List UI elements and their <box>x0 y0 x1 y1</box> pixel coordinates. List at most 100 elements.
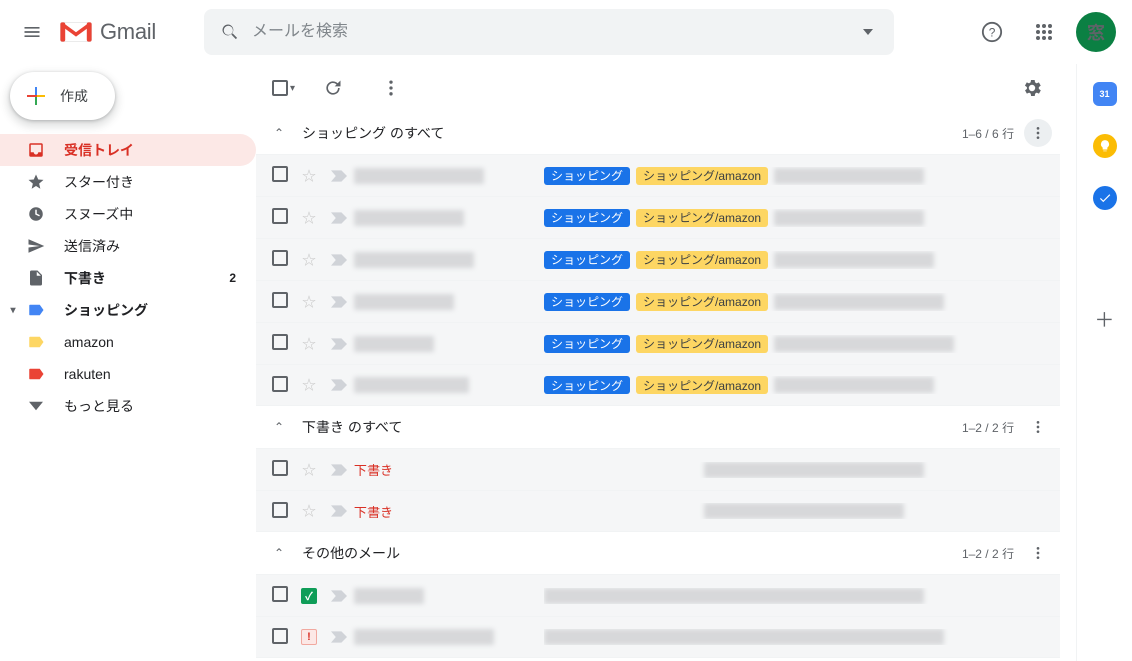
refresh-button[interactable] <box>313 68 353 108</box>
caret-down-icon <box>863 27 873 37</box>
search-input[interactable] <box>250 22 848 42</box>
row-checkbox[interactable] <box>272 628 288 644</box>
label-chip[interactable]: ショッピング/amazon <box>636 167 768 185</box>
importance-marker[interactable] <box>324 253 354 267</box>
label-chip[interactable]: ショッピング/amazon <box>636 209 768 227</box>
importance-marker[interactable] <box>324 295 354 309</box>
star-button[interactable]: ☆ <box>294 292 324 312</box>
brand-text: Gmail <box>100 19 156 45</box>
importance-marker[interactable] <box>324 211 354 225</box>
star-button[interactable]: ☆ <box>294 208 324 228</box>
mail-row[interactable]: ! <box>256 616 1060 658</box>
row-checkbox[interactable] <box>272 586 288 602</box>
label-chip[interactable]: ショッピング <box>544 376 630 394</box>
caret-down-icon[interactable]: ▾ <box>290 83 295 94</box>
star-button[interactable]: ✓ <box>294 588 324 604</box>
label-chip[interactable]: ショッピング <box>544 209 630 227</box>
collapse-button[interactable]: ⌃ <box>274 126 294 140</box>
importance-marker[interactable] <box>324 463 354 477</box>
sidebar-item-inbox[interactable]: 受信トレイ <box>0 134 256 166</box>
select-all-checkbox[interactable]: ▾ <box>272 80 295 96</box>
row-checkbox[interactable] <box>272 334 288 350</box>
mail-row[interactable]: ☆ ショッピング ショッピング/amazon <box>256 154 1060 196</box>
star-button[interactable]: ☆ <box>294 460 324 480</box>
chevron-down-icon <box>26 396 46 416</box>
label-chip[interactable]: ショッピング <box>544 167 630 185</box>
mail-row[interactable]: ☆ ショッピング ショッピング/amazon <box>256 322 1060 364</box>
mail-row[interactable]: ☆ 下書き <box>256 490 1060 532</box>
star-button[interactable]: ☆ <box>294 375 324 395</box>
collapse-button[interactable]: ⌃ <box>274 420 294 434</box>
menu-button[interactable] <box>8 8 56 56</box>
label-chip[interactable]: ショッピング/amazon <box>636 335 768 353</box>
compose-label: 作成 <box>60 86 88 106</box>
draft-label: 下書き <box>354 502 393 521</box>
row-checkbox[interactable] <box>272 502 288 518</box>
star-button[interactable]: ☆ <box>294 334 324 354</box>
calendar-button[interactable]: 31 <box>1093 82 1117 106</box>
inbox-icon <box>26 140 46 160</box>
more-button[interactable] <box>371 68 411 108</box>
section-menu-button[interactable] <box>1024 539 1052 567</box>
mail-row[interactable]: ☆ ショッピング ショッピング/amazon <box>256 280 1060 322</box>
sidebar-item-snoozed[interactable]: スヌーズ中 <box>0 198 256 230</box>
row-checkbox[interactable] <box>272 292 288 308</box>
mail-row[interactable]: ☆ ショッピング ショッピング/amazon <box>256 196 1060 238</box>
importance-marker[interactable] <box>324 504 354 518</box>
row-checkbox[interactable] <box>272 250 288 266</box>
header-icons: ? 窓 <box>972 12 1116 52</box>
sidebar-item-drafts[interactable]: 下書き 2 <box>0 262 256 294</box>
gmail-logo-icon <box>60 20 92 44</box>
row-checkbox[interactable] <box>272 460 288 476</box>
row-checkbox[interactable] <box>272 166 288 182</box>
tasks-button[interactable] <box>1093 186 1117 210</box>
sidebar-item-shopping[interactable]: ▾ ショッピング <box>0 294 256 326</box>
row-checkbox[interactable] <box>272 208 288 224</box>
compose-button[interactable]: 作成 <box>10 72 115 120</box>
importance-marker[interactable] <box>324 378 354 392</box>
importance-marker[interactable] <box>324 589 354 603</box>
keep-button[interactable] <box>1093 134 1117 158</box>
apps-button[interactable] <box>1024 12 1064 52</box>
sidebar-item-sent[interactable]: 送信済み <box>0 230 256 262</box>
brand[interactable]: Gmail <box>56 19 156 45</box>
search-icon <box>220 22 240 42</box>
star-button[interactable]: ☆ <box>294 166 324 186</box>
caret-down-icon[interactable]: ▾ <box>6 305 20 316</box>
label-chip[interactable]: ショッピング/amazon <box>636 251 768 269</box>
mail-row[interactable]: ☆ 下書き <box>256 448 1060 490</box>
label-chip[interactable]: ショッピング/amazon <box>636 376 768 394</box>
sidebar-item-label: 受信トレイ <box>64 140 134 160</box>
account-avatar[interactable]: 窓 <box>1076 12 1116 52</box>
sidebar-item-more[interactable]: もっと見る <box>0 390 256 422</box>
label-chip[interactable]: ショッピング/amazon <box>636 293 768 311</box>
importance-marker[interactable] <box>324 337 354 351</box>
label-chip[interactable]: ショッピング <box>544 335 630 353</box>
search-options-button[interactable] <box>848 27 888 37</box>
label-chip[interactable]: ショッピング <box>544 251 630 269</box>
mail-row[interactable]: ☆ ショッピング ショッピング/amazon <box>256 238 1060 280</box>
mail-row[interactable]: ✓ <box>256 574 1060 616</box>
star-button[interactable]: ☆ <box>294 250 324 270</box>
importance-marker[interactable] <box>324 630 354 644</box>
addons-button[interactable]: ＋ <box>1093 306 1117 330</box>
settings-button[interactable] <box>1012 68 1052 108</box>
mail-list-drafts: ☆ 下書き ☆ 下書き <box>256 448 1060 532</box>
drafts-count: 2 <box>229 271 244 285</box>
sidebar-item-rakuten[interactable]: rakuten <box>0 358 256 390</box>
label-chip[interactable]: ショッピング <box>544 293 630 311</box>
search-button[interactable] <box>210 22 250 42</box>
star-button[interactable]: ! <box>294 629 324 645</box>
section-menu-button[interactable] <box>1024 413 1052 441</box>
main-content: ▾ ⌃ ショッピング のすべて 1–6 / 6 行 <box>256 64 1076 661</box>
section-menu-button[interactable] <box>1024 119 1052 147</box>
star-button[interactable]: ☆ <box>294 501 324 521</box>
mail-row[interactable]: ☆ ショッピング ショッピング/amazon <box>256 364 1060 406</box>
collapse-button[interactable]: ⌃ <box>274 546 294 560</box>
sidebar-item-amazon[interactable]: amazon <box>0 326 256 358</box>
sidebar-item-starred[interactable]: スター付き <box>0 166 256 198</box>
help-button[interactable]: ? <box>972 12 1012 52</box>
importance-marker[interactable] <box>324 169 354 183</box>
search-bar[interactable] <box>204 9 894 55</box>
row-checkbox[interactable] <box>272 376 288 392</box>
